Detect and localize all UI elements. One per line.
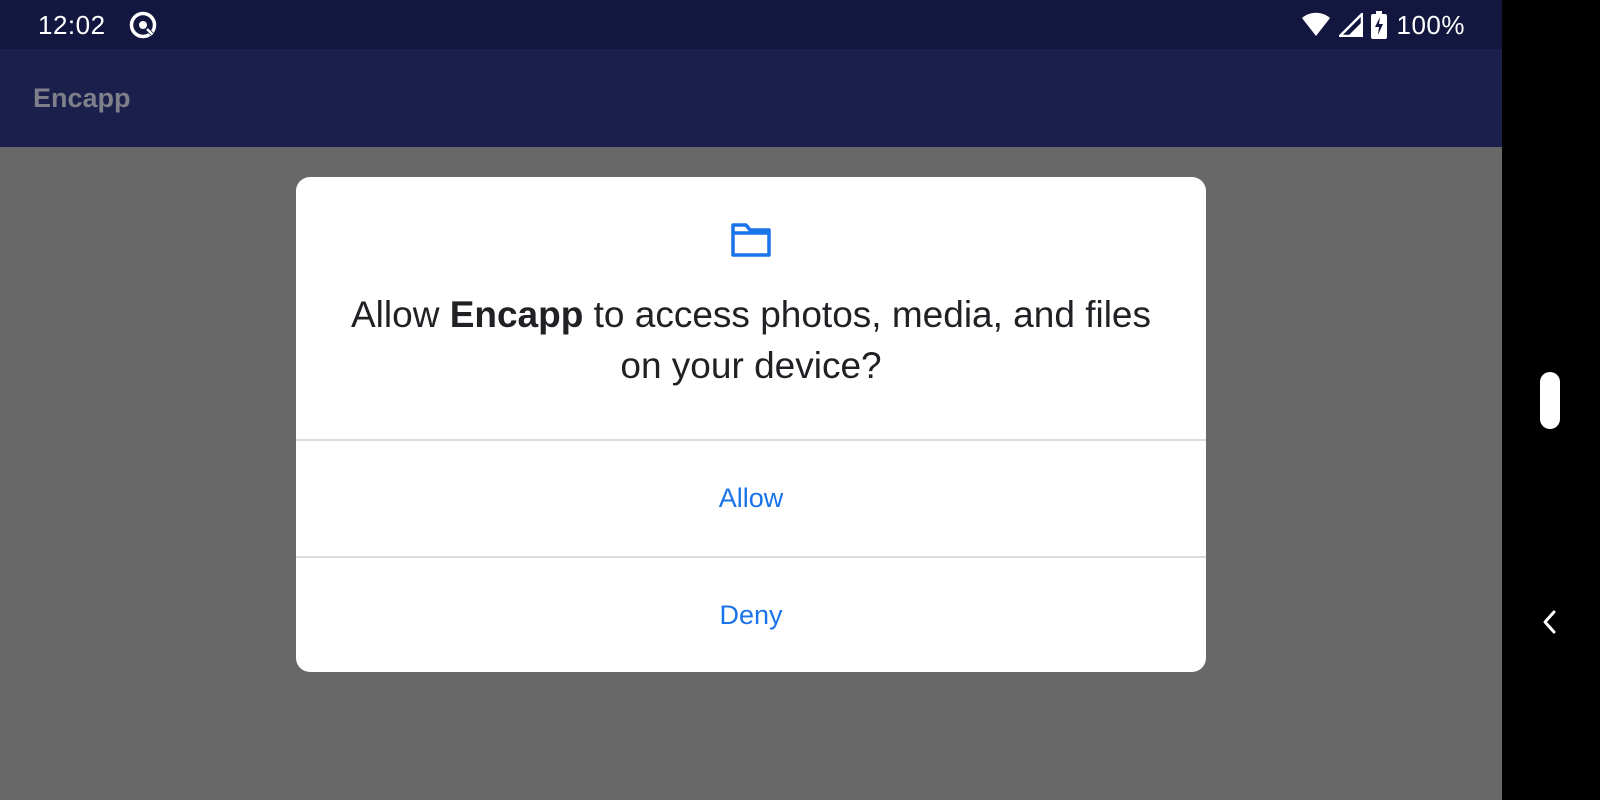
home-handle[interactable] <box>1540 372 1560 429</box>
navigation-bar <box>1502 0 1600 800</box>
allow-button[interactable]: Allow <box>296 441 1206 556</box>
battery-level: 100% <box>1396 10 1465 40</box>
permission-dialog: Allow Encapp to access photos, media, an… <box>296 177 1206 672</box>
deny-button[interactable]: Deny <box>296 558 1206 672</box>
back-chevron-icon[interactable] <box>1537 609 1563 635</box>
message-suffix: to access photos, media, and files on yo… <box>583 294 1151 386</box>
battery-charging-icon <box>1370 11 1387 39</box>
status-icons: 100% <box>1301 8 1466 42</box>
privacy-dot-icon <box>129 11 157 39</box>
message-prefix: Allow <box>351 294 450 335</box>
cell-signal-icon <box>1338 13 1363 37</box>
permission-message: Allow Encapp to access photos, media, an… <box>336 289 1166 391</box>
wifi-icon <box>1301 12 1330 36</box>
status-bar: 12:02 100% <box>0 0 1502 49</box>
message-app-name: Encapp <box>449 294 584 335</box>
status-time: 12:02 <box>38 10 106 40</box>
app-bar: Encapp <box>0 49 1502 147</box>
folder-icon <box>731 223 771 257</box>
device-screen: 12:02 100% Encapp Allow Encapp to access… <box>0 0 1502 800</box>
app-title: Encapp <box>33 83 131 113</box>
